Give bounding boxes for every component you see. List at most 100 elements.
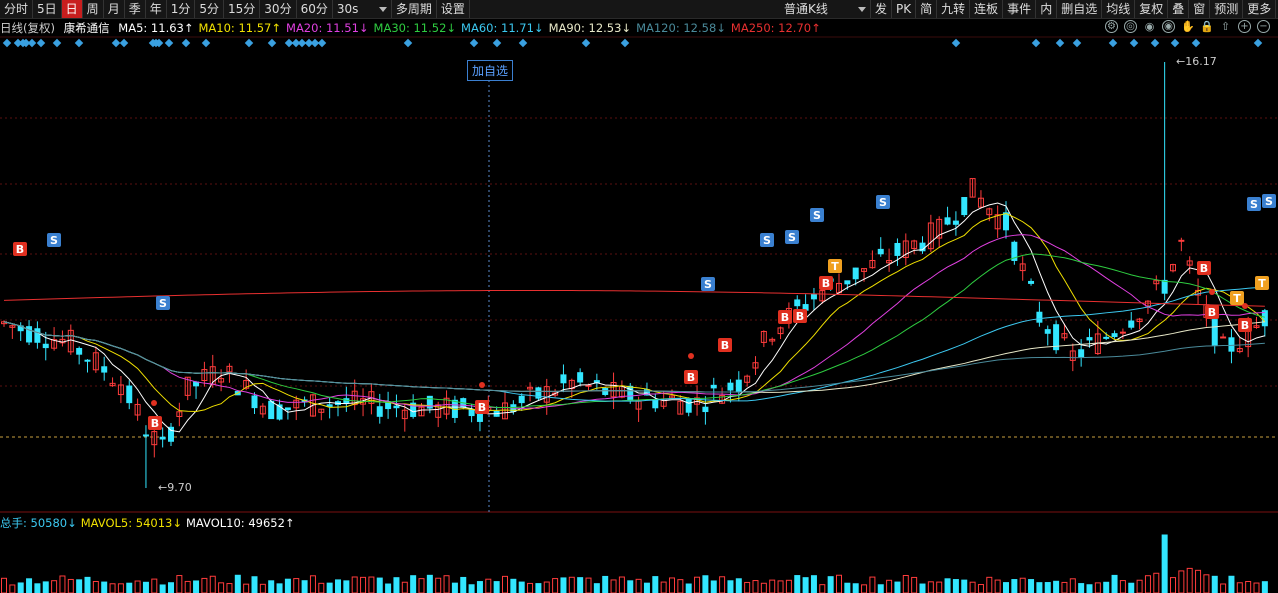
candle [193,380,200,399]
candle [977,190,984,209]
volume-bar [126,582,133,593]
volume-bar [376,577,383,593]
volume-bar [226,583,233,593]
volume-bar [585,577,592,593]
signal-label: S [763,234,771,247]
candle [969,178,976,198]
volume-bar [276,583,283,593]
signal-diamond [52,38,62,48]
volume-bar [34,583,41,593]
signal-diamond [581,38,591,48]
candle [134,398,141,421]
signal-label: B [822,277,830,290]
volume-bar [927,581,934,593]
volume-bar [969,581,976,593]
volume-bar [869,576,876,593]
candle [318,408,325,421]
volume-bar [443,575,450,593]
volume-bar [1003,582,1009,593]
candle [84,359,91,373]
candle [1186,256,1193,274]
signal-label: B [478,401,486,414]
signal-diamond [27,38,37,48]
volume-bar [794,575,801,593]
candle [109,377,116,387]
candle [502,391,508,420]
candle [961,197,968,217]
candle [735,371,742,402]
volume-bar [602,575,609,593]
volume-bar [42,581,49,593]
candle [1111,330,1118,339]
volume-bar [451,582,458,593]
volume-bar [168,582,174,593]
volume-bar [243,583,250,593]
volume-bar [1094,582,1101,593]
candle [1036,301,1043,327]
candle [927,214,934,252]
volume-bar [877,584,884,593]
volume-bar [1253,582,1260,593]
volume-bar [535,583,542,593]
price-high-label: ←16.17 [1176,55,1217,68]
volume-bar [159,584,166,593]
signal-diamond [181,38,191,48]
signal-dot [151,400,157,406]
volume-bar [9,584,16,593]
signal-diamond [1055,38,1065,48]
kline-chart[interactable]: BBBBBB BBBBBSSSS SSS SSTTT [0,0,1278,593]
volume-bar [26,578,33,593]
candle [476,412,483,432]
candle [886,248,893,272]
signal-dot [479,382,485,388]
candle [168,423,174,446]
volume-bar [643,582,650,593]
signal-dot [1242,303,1248,309]
signal-label: B [1241,319,1249,332]
candle [685,397,692,417]
candle [176,402,183,427]
volume-bar [493,581,500,593]
volume-bar [844,582,851,593]
signal-label: S [879,196,887,209]
signal-diamond [164,38,174,48]
volume-bar [134,580,141,593]
candle [335,400,341,417]
volume-bar [410,575,417,593]
signal-label: S [704,278,712,291]
volume-bar [418,578,425,593]
signal-diamond [244,38,254,48]
candle [527,382,534,402]
candle [259,403,266,418]
volume-bar [393,577,400,593]
volume-bar [368,576,375,593]
signal-label: B [1208,306,1216,319]
volume-bar [861,584,868,593]
volume-bar [117,583,124,593]
signal-dot [1209,289,1215,295]
volume-bar [1195,569,1202,593]
signal-label: B [721,339,729,352]
candle [744,374,751,387]
candle [1061,323,1068,341]
volume-bar [234,574,241,593]
volume-bar [994,579,1001,593]
volume-bar [360,576,367,593]
candle [9,324,16,339]
volume-bar [527,582,534,593]
add-favorite-button[interactable]: 加自选 [467,60,514,81]
volume-bar [326,582,333,593]
volume-bar [769,579,776,593]
volume-bar [1161,534,1168,593]
signal-diamond [1191,38,1201,48]
candle [1094,320,1101,356]
volume-bar [936,581,943,593]
candle [593,373,600,390]
candle [902,233,909,266]
signal-diamond [1150,38,1160,48]
signal-diamond [2,38,12,48]
signal-label: B [16,243,24,256]
candle [101,356,108,381]
volume-bar [1119,580,1126,593]
volume-bar [819,584,826,593]
